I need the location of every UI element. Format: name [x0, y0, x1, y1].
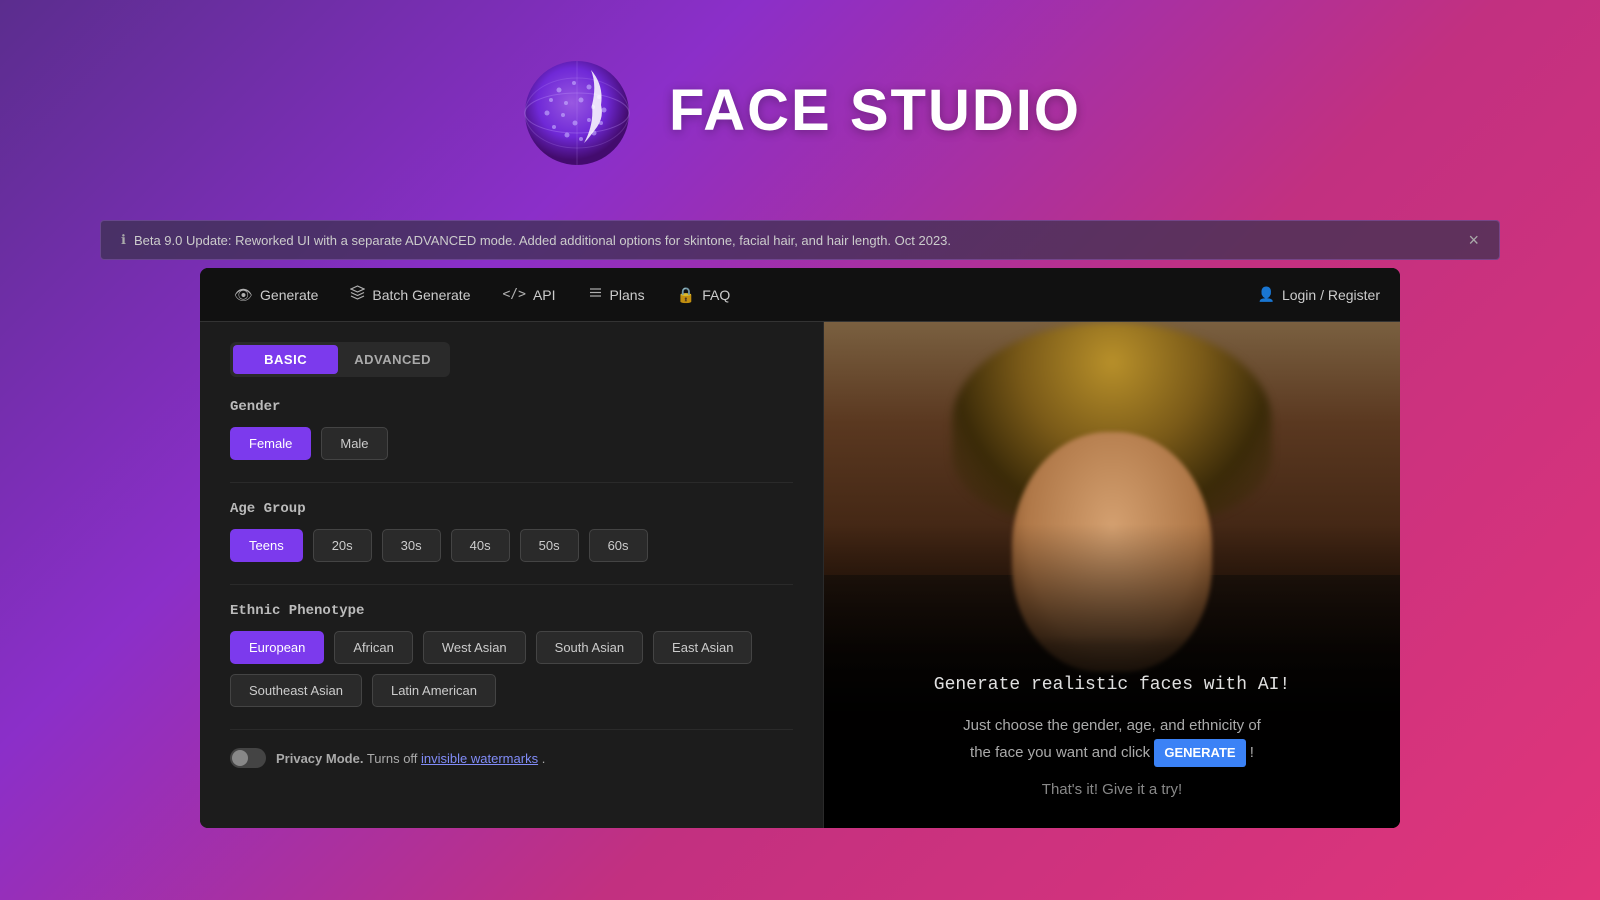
age-30s-btn[interactable]: 30s	[382, 529, 441, 562]
nav-item-faq[interactable]: 🔒 FAQ	[663, 278, 745, 312]
auth-label: Login / Register	[1282, 287, 1380, 303]
overlay-desc: Just choose the gender, age, and ethnici…	[854, 713, 1370, 767]
app-title: FACE STUDIO	[669, 77, 1081, 144]
nav-item-batch[interactable]: Batch Generate	[336, 277, 484, 312]
nav-label-api: API	[533, 287, 556, 303]
lock-icon: 🔒	[677, 286, 696, 304]
nav-label-generate: Generate	[260, 287, 318, 303]
divider-2	[230, 584, 793, 585]
generate-inline-label: GENERATE	[1154, 739, 1245, 767]
divider-1	[230, 482, 793, 483]
ethnic-african-btn[interactable]: African	[334, 631, 412, 664]
layers-icon	[350, 285, 365, 304]
age-teens-btn[interactable]: Teens	[230, 529, 303, 562]
nav-label-faq: FAQ	[702, 287, 730, 303]
age-group-label: Age Group	[230, 501, 793, 517]
gender-options: Female Male	[230, 427, 793, 460]
left-panel: BASIC ADVANCED Gender Female Male Age Gr…	[200, 322, 824, 828]
ethnic-west-asian-btn[interactable]: West Asian	[423, 631, 526, 664]
age-group-options: Teens 20s 30s 40s 50s 60s	[230, 529, 793, 562]
gender-label: Gender	[230, 399, 793, 415]
nav-label-batch: Batch Generate	[372, 287, 470, 303]
app-container: 👁 Generate Batch Generate </> API	[200, 268, 1400, 828]
overlay-footer: That's it! Give it a try!	[854, 781, 1370, 798]
overlay-title: Generate realistic faces with AI!	[854, 675, 1370, 695]
nav-items-left: 👁 Generate Batch Generate </> API	[220, 277, 1258, 312]
age-60s-btn[interactable]: 60s	[589, 529, 648, 562]
ethnic-east-asian-btn[interactable]: East Asian	[653, 631, 752, 664]
announcement-text: Beta 9.0 Update: Reworked UI with a sepa…	[134, 233, 951, 248]
navbar: 👁 Generate Batch Generate </> API	[200, 268, 1400, 322]
code-icon: </>	[502, 287, 525, 302]
user-icon: 👤	[1258, 286, 1275, 303]
close-announcement-button[interactable]: ×	[1468, 231, 1479, 249]
nav-item-plans[interactable]: Plans	[574, 277, 659, 312]
ethnic-options: European African West Asian South Asian …	[230, 631, 793, 707]
ethnic-southeast-asian-btn[interactable]: Southeast Asian	[230, 674, 362, 707]
privacy-toggle[interactable]	[230, 748, 266, 768]
privacy-label: Privacy Mode. Turns off invisible waterm…	[276, 751, 545, 766]
invisible-watermarks-link[interactable]: invisible watermarks	[421, 751, 538, 766]
mode-tabs: BASIC ADVANCED	[230, 342, 450, 377]
ethnic-european-btn[interactable]: European	[230, 631, 324, 664]
main-content: BASIC ADVANCED Gender Female Male Age Gr…	[200, 322, 1400, 828]
nav-item-auth[interactable]: 👤 Login / Register	[1258, 286, 1381, 303]
nav-item-generate[interactable]: 👁 Generate	[220, 278, 332, 312]
gender-male-btn[interactable]: Male	[321, 427, 387, 460]
right-panel: Generate realistic faces with AI! Just c…	[824, 322, 1400, 828]
gender-female-btn[interactable]: Female	[230, 427, 311, 460]
privacy-row: Privacy Mode. Turns off invisible waterm…	[230, 748, 793, 768]
toggle-knob	[232, 750, 248, 766]
overlay-text-area: Generate realistic faces with AI! Just c…	[824, 635, 1400, 828]
ethnic-south-asian-btn[interactable]: South Asian	[536, 631, 643, 664]
app-logo	[519, 45, 649, 175]
info-icon: ℹ	[121, 232, 126, 248]
tab-advanced[interactable]: ADVANCED	[338, 345, 447, 374]
ethnic-latin-american-btn[interactable]: Latin American	[372, 674, 496, 707]
ethnic-phenotype-label: Ethnic Phenotype	[230, 603, 793, 619]
list-icon	[588, 285, 603, 304]
divider-3	[230, 729, 793, 730]
age-40s-btn[interactable]: 40s	[451, 529, 510, 562]
age-20s-btn[interactable]: 20s	[313, 529, 372, 562]
face-image-area: Generate realistic faces with AI! Just c…	[824, 322, 1400, 828]
hero-header: FACE STUDIO	[0, 0, 1600, 220]
announcement-banner: ℹ Beta 9.0 Update: Reworked UI with a se…	[100, 220, 1500, 260]
tab-basic[interactable]: BASIC	[233, 345, 338, 374]
eye-icon: 👁	[234, 286, 253, 304]
age-50s-btn[interactable]: 50s	[520, 529, 579, 562]
nav-label-plans: Plans	[610, 287, 645, 303]
nav-item-api[interactable]: </> API	[488, 279, 569, 311]
